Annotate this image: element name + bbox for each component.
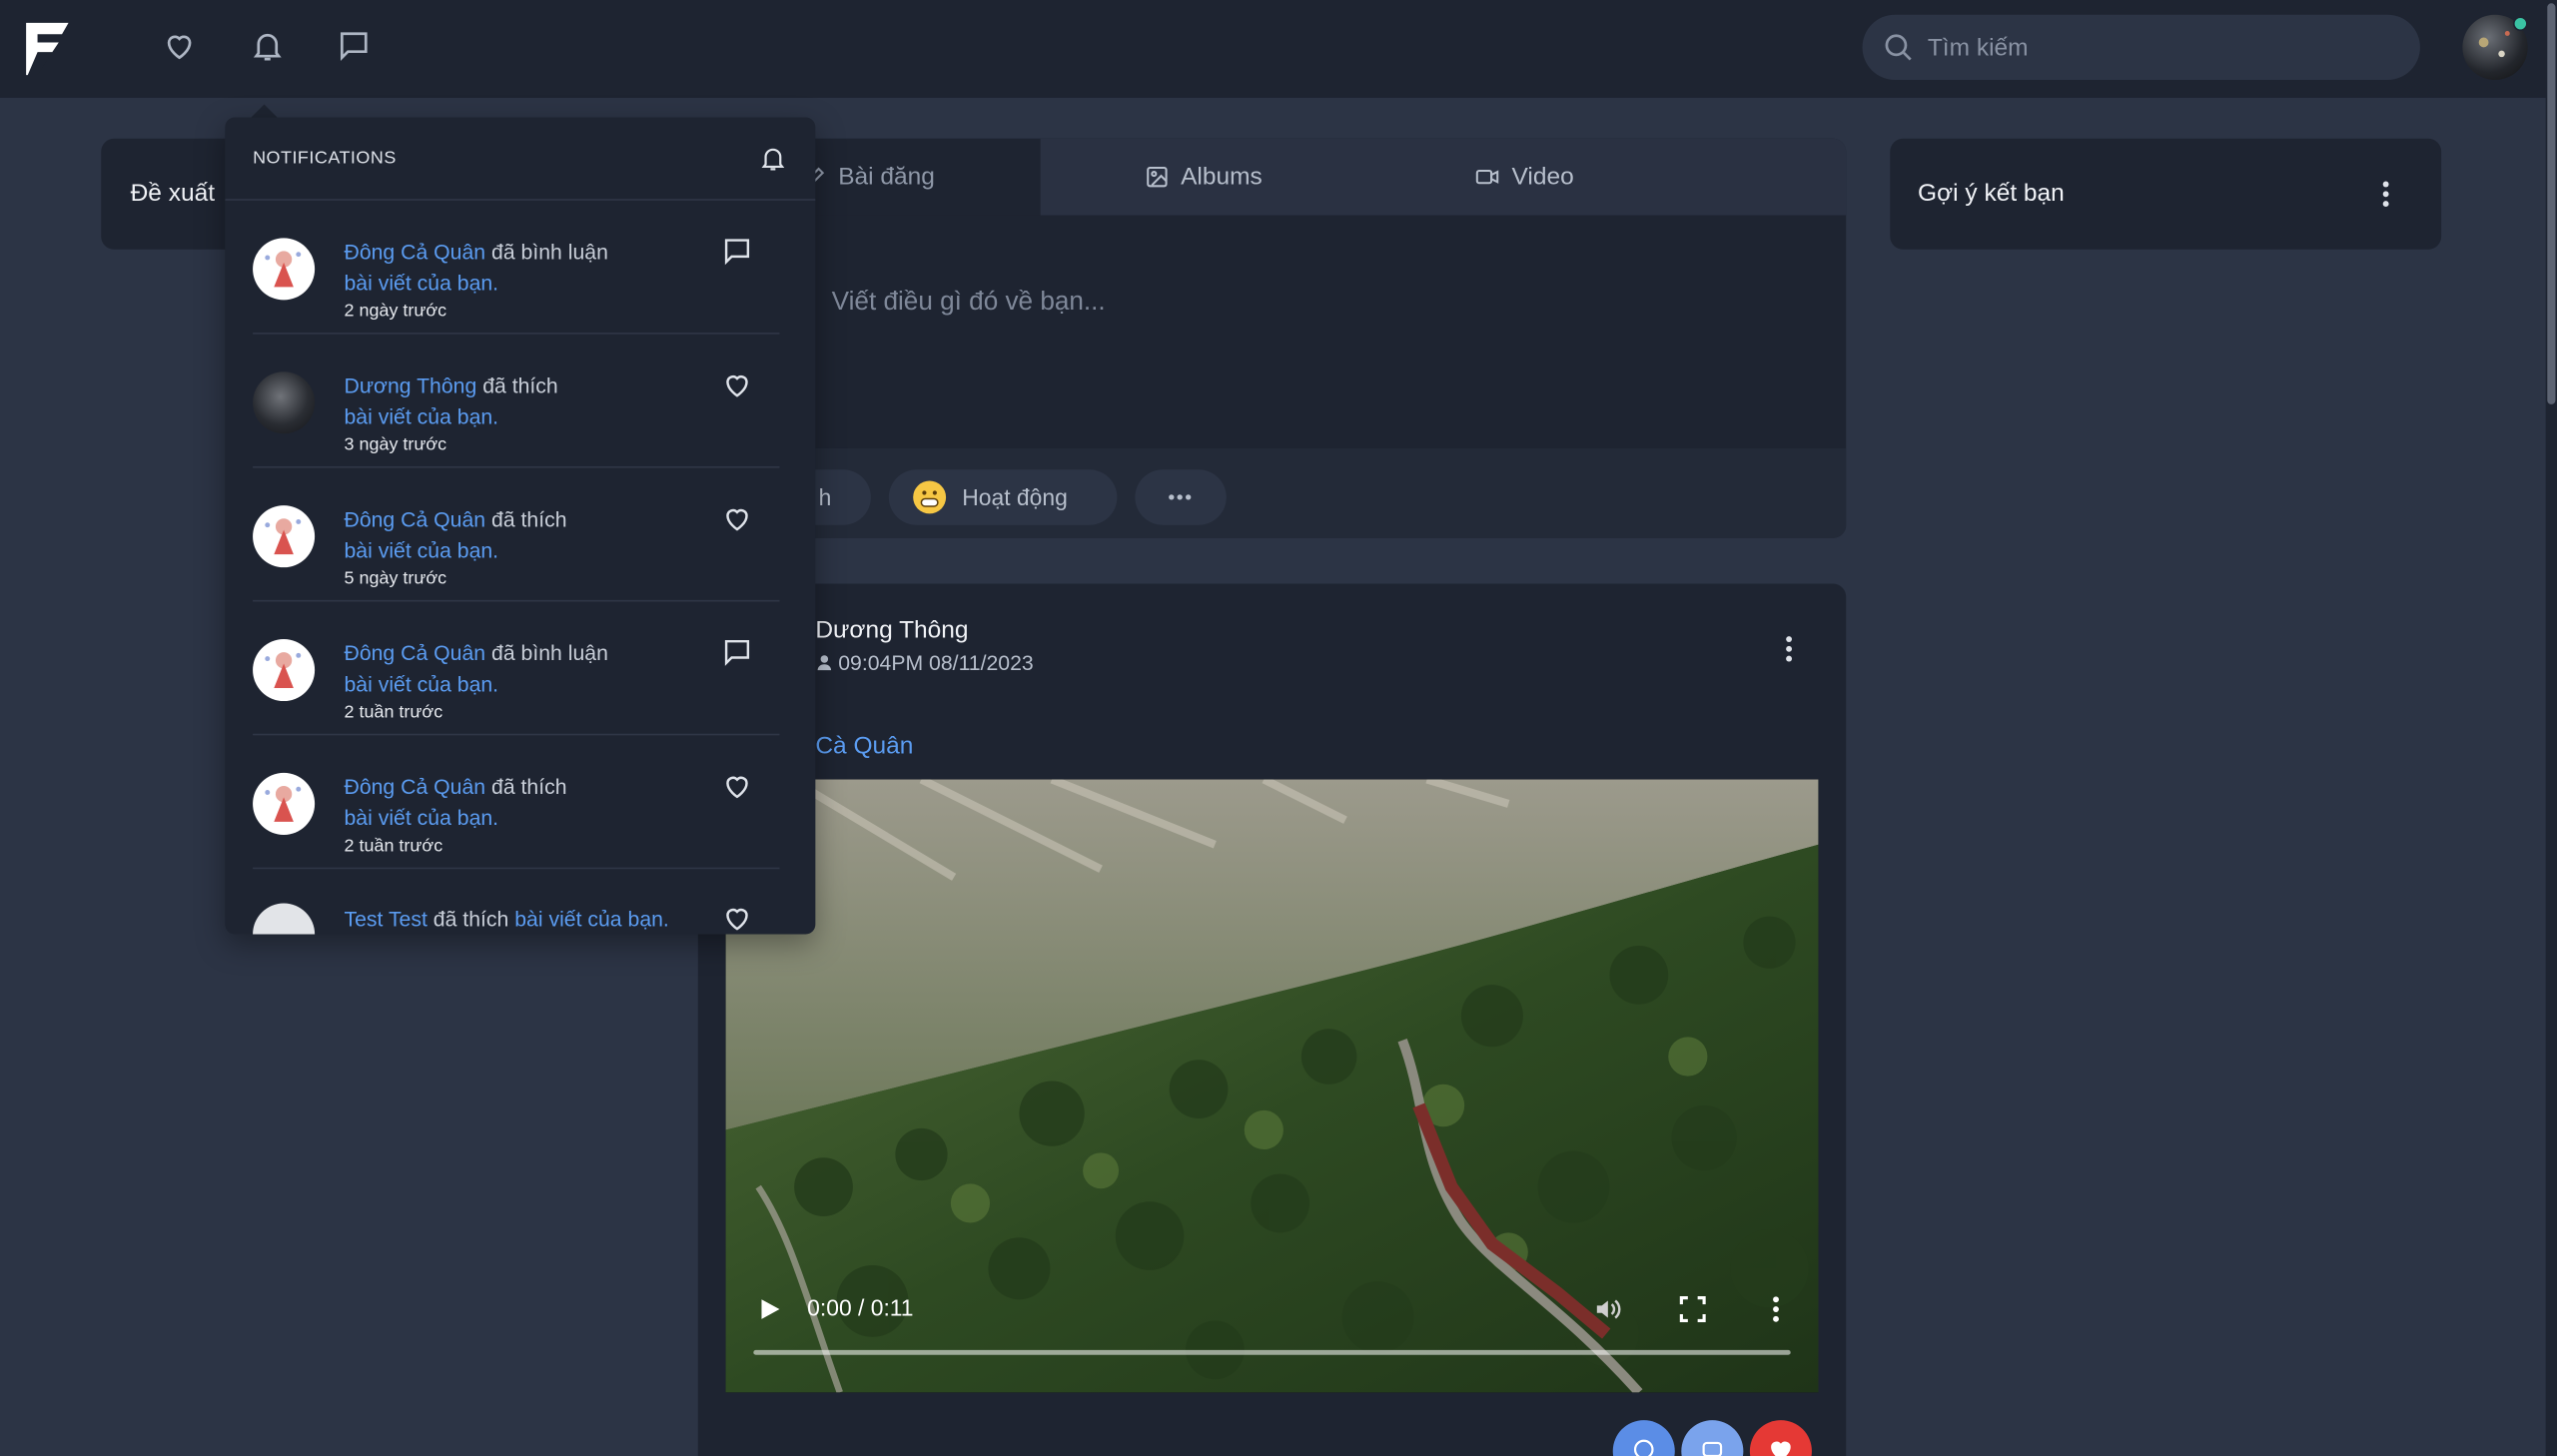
profile-tabs: Bài đăng Albums Video (697, 138, 1847, 216)
post-composer-input[interactable]: Viết điều gì đó về bạn... (832, 289, 1106, 318)
dark-avatar (253, 371, 316, 434)
notifications-dropdown: NOTIFICATIONS Đông Cả Quân đã bình luận b… (225, 117, 816, 935)
tab-video[interactable]: Video (1474, 139, 1574, 216)
bell-icon[interactable] (250, 28, 286, 64)
more-horizontal-icon: ••• (1168, 485, 1194, 509)
notification-item[interactable]: Đông Cả Quân đã bình luận bài viết của bạ… (253, 601, 780, 736)
doll-avatar (253, 639, 316, 702)
search-box[interactable] (1862, 14, 2420, 81)
top-navbar (0, 0, 2557, 98)
notification-item[interactable]: Đông Cả Quân đã thích bài viết của bạn. 5… (253, 468, 780, 602)
photo-button-label: h (818, 483, 832, 511)
friend-suggestions-title: Gợi ý kết bạn (1918, 179, 2065, 208)
heart-filled-icon (1771, 1441, 1791, 1456)
search-icon (1885, 34, 1912, 61)
doll-avatar (253, 772, 316, 835)
notifications-title: NOTIFICATIONS (253, 148, 397, 169)
video-icon (1475, 170, 1499, 185)
heart-icon[interactable] (721, 770, 754, 803)
notification-item[interactable]: Đông Cả Quân đã bình luận bài viết của bạ… (253, 201, 780, 335)
notification-item[interactable]: Test Test đã thích bài viết của bạn. (253, 869, 779, 935)
notification-time: 2 ngày trước (344, 302, 447, 322)
notification-item[interactable]: Dương Thông đã thích bài viết của bạn. 3 … (253, 335, 780, 468)
image-icon (1147, 166, 1168, 188)
notification-object[interactable]: bài viết của bạn. (344, 538, 498, 562)
notification-object[interactable]: bài viết của bạn. (344, 672, 498, 696)
video-progress-bar[interactable] (753, 1349, 1791, 1355)
volume-icon[interactable] (1592, 1294, 1625, 1323)
suggestions-title: Đề xuất (130, 179, 216, 208)
notification-time: 3 ngày trước (344, 434, 447, 455)
notification-action: đã thích (482, 372, 558, 398)
dropdown-caret (251, 104, 278, 118)
comment-icon (1633, 1439, 1654, 1456)
notification-user[interactable]: Đông Cả Quân (344, 507, 485, 531)
notification-time: 5 ngày trước (344, 568, 447, 589)
app-root: Đề xuất Bài đăng Albums Video Viết điều … (0, 0, 2557, 1456)
video-time: 0:00 / 0:11 (807, 1294, 914, 1321)
doll-avatar (253, 505, 316, 568)
activity-button[interactable]: Hoạt động (888, 469, 1118, 525)
notification-user[interactable]: Dương Thông (344, 373, 476, 397)
post-card: Dương Thông 09:04PM 08/11/2023 Cà Quân 0… (697, 583, 1847, 1456)
heart-icon[interactable] (721, 502, 754, 535)
post-meta: 09:04PM 08/11/2023 (815, 650, 1034, 675)
notification-action: đã thích (491, 506, 567, 532)
page-scrollbar[interactable] (2545, 0, 2557, 1456)
grin-emoji-icon (913, 480, 947, 514)
post-tagged-user[interactable]: Cà Quân (815, 732, 913, 760)
scrollbar-thumb[interactable] (2547, 3, 2556, 404)
tab-albums-label: Albums (1181, 163, 1263, 192)
notification-action: đã thích (491, 774, 567, 800)
tab-posts-label: Bài đăng (838, 163, 935, 192)
comment-icon[interactable] (721, 636, 754, 669)
notification-object[interactable]: bài viết của bạn. (344, 404, 498, 428)
tab-albums[interactable]: Albums (1145, 139, 1263, 216)
post-timestamp: 09:04PM 08/11/2023 (838, 650, 1034, 675)
video-menu-icon[interactable] (1760, 1293, 1793, 1326)
profile-composer-card: Bài đăng Albums Video Viết điều gì đó về… (697, 138, 1847, 538)
play-icon[interactable] (758, 1298, 781, 1321)
app-logo-icon[interactable] (23, 20, 72, 79)
notifications-header: NOTIFICATIONS (225, 118, 816, 201)
fullscreen-icon[interactable] (1679, 1295, 1706, 1323)
more-options-button[interactable]: ••• (1135, 469, 1227, 525)
notification-object[interactable]: bài viết của bạn. (514, 907, 669, 931)
notification-user[interactable]: Test Test (344, 907, 426, 931)
friend-suggestions-options-icon[interactable] (2369, 178, 2402, 211)
bell-icon[interactable] (758, 144, 787, 173)
online-status-dot (2512, 16, 2528, 32)
post-options-icon[interactable] (1773, 632, 1806, 665)
search-input[interactable] (1927, 14, 2401, 81)
notification-time: 2 tuần trước (344, 836, 443, 857)
notification-object[interactable]: bài viết của bạn. (344, 271, 498, 295)
notification-user[interactable]: Đông Cả Quân (344, 641, 485, 665)
friend-suggestions-card: Gợi ý kết bạn (1890, 138, 2442, 250)
heart-icon[interactable] (162, 28, 198, 64)
message-icon[interactable] (336, 28, 372, 64)
heart-icon[interactable] (721, 902, 754, 935)
activity-button-label: Hoạt động (962, 483, 1068, 511)
comment-icon[interactable] (721, 235, 754, 268)
post-author-name[interactable]: Dương Thông (815, 616, 968, 644)
notification-item[interactable]: Đông Cả Quân đã thích bài viết của bạn. 2… (253, 735, 780, 870)
doll-avatar (253, 238, 316, 301)
share-icon (1702, 1441, 1723, 1456)
video-player[interactable]: 0:00 / 0:11 (725, 779, 1819, 1393)
notification-user[interactable]: Đông Cả Quân (344, 240, 485, 264)
tab-video-label: Video (1511, 163, 1574, 192)
grey-avatar (253, 903, 316, 935)
notification-action: đã thích (432, 906, 509, 932)
notification-time: 2 tuần trước (344, 702, 443, 723)
heart-icon[interactable] (721, 368, 754, 401)
notification-action: đã bình luận (491, 240, 608, 265)
user-icon (817, 655, 832, 671)
notification-action: đã bình luận (491, 640, 608, 666)
notification-user[interactable]: Đông Cả Quân (344, 775, 485, 799)
notification-object[interactable]: bài viết của bạn. (344, 806, 498, 830)
